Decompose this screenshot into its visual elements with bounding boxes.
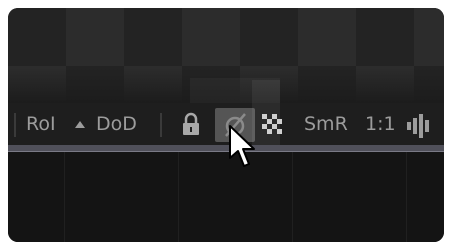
grid-line bbox=[292, 152, 293, 242]
lock-icon[interactable] bbox=[180, 103, 202, 145]
grid-line bbox=[64, 152, 65, 242]
zoom-button[interactable]: 1:1 bbox=[365, 103, 396, 145]
viewer-panel: RoI DoD SmR 1:1 bbox=[8, 8, 444, 242]
toolbar-separator bbox=[14, 113, 16, 137]
toolbar-separator bbox=[160, 113, 162, 137]
triangle-up-icon[interactable] bbox=[74, 103, 86, 145]
smr-button[interactable]: SmR bbox=[304, 103, 348, 145]
timeline-area[interactable] bbox=[8, 152, 444, 242]
bars-icon[interactable] bbox=[406, 103, 432, 145]
mouse-cursor-icon bbox=[228, 124, 256, 176]
dod-button[interactable]: DoD bbox=[96, 103, 137, 145]
grid-line bbox=[178, 152, 179, 242]
grid-line bbox=[406, 152, 407, 242]
roi-button[interactable]: RoI bbox=[26, 103, 56, 145]
checkerboard-icon[interactable] bbox=[260, 103, 282, 145]
